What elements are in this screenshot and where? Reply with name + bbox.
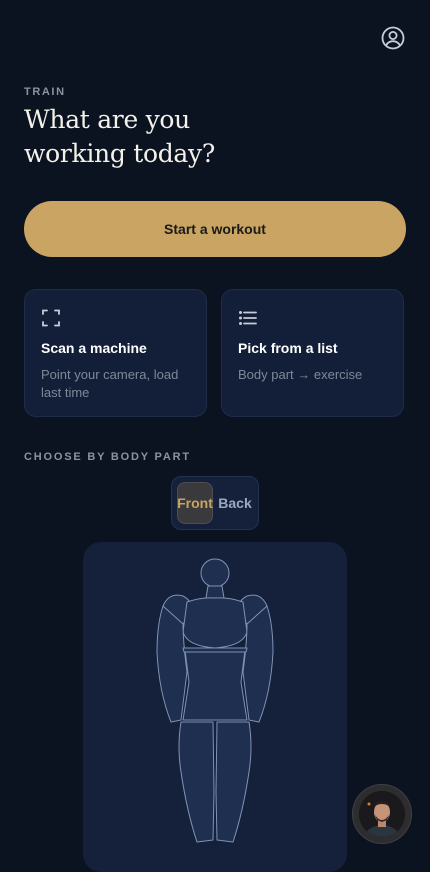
toggle-front[interactable]: Front [177,482,213,524]
user-circle-icon [381,26,405,50]
scan-frame-icon [42,309,60,327]
list-icon [238,311,257,325]
waist-band [182,647,248,653]
left-leg[interactable] [178,721,215,843]
right-leg[interactable] [215,721,252,843]
toggle-back[interactable]: Back [216,482,254,524]
scan-machine-card[interactable]: Scan a machine Point your camera, load l… [24,289,207,417]
coach-avatar [359,791,405,837]
abs[interactable] [182,649,248,721]
card-subtitle: Body part → exercise [238,367,363,382]
right-arm[interactable] [242,605,274,723]
head[interactable] [200,558,230,588]
card-title: Pick from a list [238,340,338,356]
page-title: What are you working today? [24,105,215,168]
body-part-section-label: CHOOSE BY BODY PART [24,451,191,463]
body-diagram-panel [83,542,347,872]
neck[interactable] [205,585,225,599]
front-back-toggle: Front Back [171,476,259,530]
section-eyebrow: TRAIN [24,86,66,98]
start-workout-button[interactable]: Start a workout [24,201,406,257]
chest[interactable] [182,597,248,649]
coach-avatar-button[interactable] [352,784,412,844]
pick-from-list-card[interactable]: Pick from a list Body part → exercise [221,289,404,417]
card-title: Scan a machine [41,340,147,356]
card-subtitle: Point your camera, load last time [41,367,179,400]
left-arm[interactable] [156,605,188,723]
profile-button[interactable] [381,26,405,50]
